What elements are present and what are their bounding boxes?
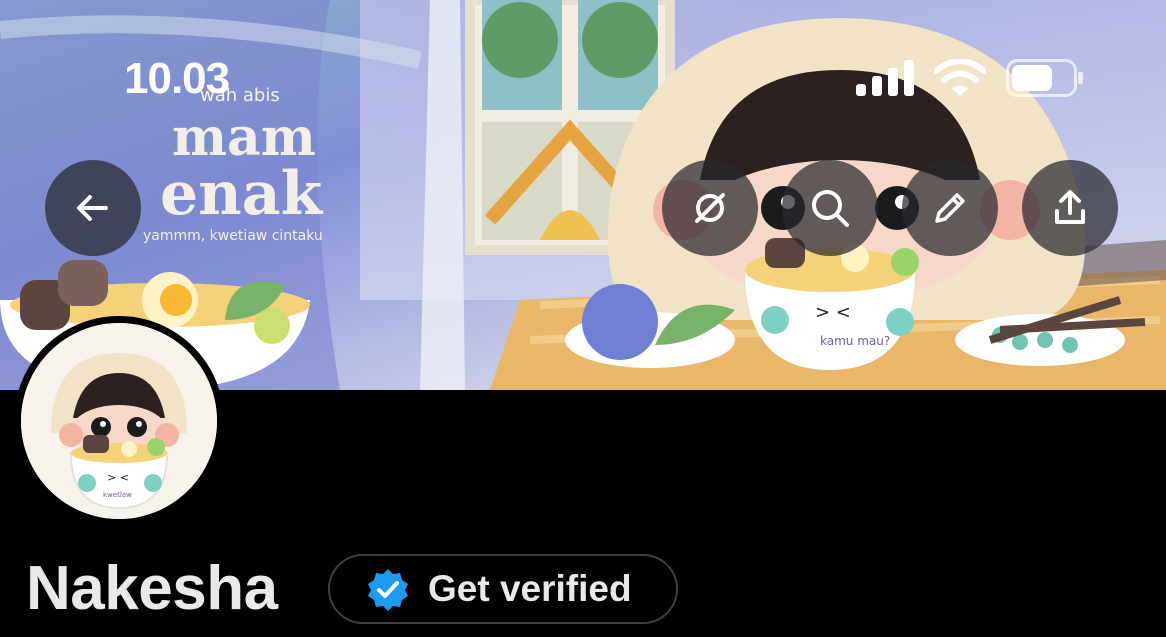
profile-name: Nakesha [26, 554, 278, 623]
svg-text:> <: > < [107, 471, 129, 484]
share-button[interactable] [1022, 160, 1118, 256]
get-verified-label: Get verified [428, 568, 632, 609]
battery-icon [1006, 59, 1083, 97]
grok-button[interactable] [662, 160, 758, 256]
wifi-icon [934, 59, 986, 96]
share-icon [1055, 190, 1085, 224]
avatar[interactable]: > < kwetiaw [14, 316, 224, 526]
svg-text:enak: enak [160, 159, 324, 229]
back-button[interactable] [45, 160, 141, 256]
avatar-image: > < kwetiaw [21, 323, 217, 519]
svg-text:kwetiaw: kwetiaw [103, 491, 132, 499]
search-button[interactable] [782, 160, 878, 256]
pencil-icon [935, 193, 965, 223]
grok-icon [695, 193, 725, 223]
edit-button[interactable] [902, 160, 998, 256]
status-bar: 10.03 [0, 0, 1166, 103]
back-arrow-icon [77, 195, 108, 221]
search-icon [812, 190, 849, 227]
svg-text:yammm, kwetiaw cintaku: yammm, kwetiaw cintaku [143, 228, 323, 244]
svg-text:kamu mau?: kamu mau? [820, 334, 890, 348]
verified-badge-icon [368, 569, 408, 611]
cellular-signal-icon [856, 60, 914, 96]
get-verified-button[interactable]: Get verified [328, 554, 678, 624]
status-time: 10.03 [124, 54, 230, 103]
svg-text:> <: > < [815, 302, 851, 323]
